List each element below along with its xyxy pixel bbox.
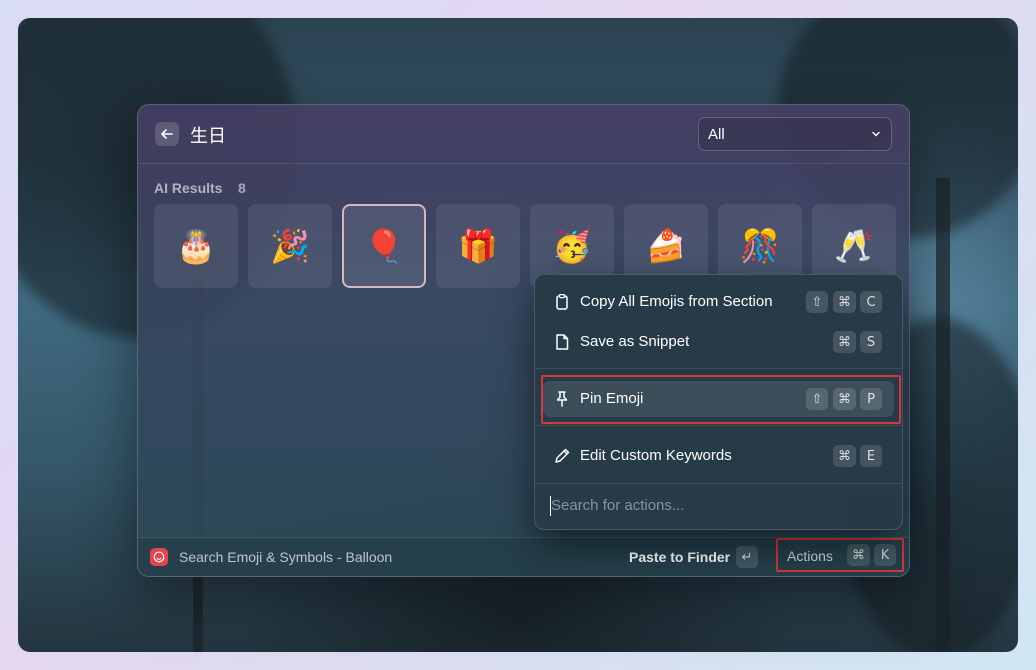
dropdown-value: All: [708, 126, 725, 143]
actions-key-k: K: [874, 544, 896, 566]
shortcut-key: E: [860, 445, 882, 467]
actions-key-cmd: ⌘: [847, 544, 870, 566]
search-bar: 生日 All: [138, 105, 909, 164]
document-icon: [556, 334, 569, 350]
section-count: 8: [238, 180, 246, 196]
category-dropdown[interactable]: All: [698, 117, 892, 151]
extension-icon: [150, 548, 168, 566]
actions-label: Actions: [787, 548, 833, 564]
shortcut-key: ⌘: [833, 331, 856, 353]
shortcut-key: ⌘: [833, 291, 856, 313]
emoji-tile[interactable]: 🎁: [436, 204, 520, 288]
smiley-icon: [153, 551, 165, 563]
menu-item-copy-all-emojis[interactable]: Copy All Emojis from Section ⇧ ⌘ C: [543, 284, 894, 320]
action-search-input[interactable]: Search for actions...: [551, 497, 684, 514]
clipboard-icon: [556, 293, 568, 310]
shortcut-key: ⌘: [833, 445, 856, 467]
shortcut-key: C: [860, 291, 882, 313]
section-title: AI Results: [154, 180, 223, 196]
emoji-tile[interactable]: 🎂: [154, 204, 238, 288]
menu-item-label: Edit Custom Keywords: [580, 447, 732, 464]
back-button[interactable]: [155, 122, 179, 146]
emoji-tile[interactable]: 🎉: [248, 204, 332, 288]
paste-action[interactable]: Paste to Finder: [629, 549, 730, 565]
emoji-tile[interactable]: 🎈: [342, 204, 426, 288]
menu-item-save-snippet[interactable]: Save as Snippet ⌘ S: [543, 324, 894, 360]
shortcut-key: S: [860, 331, 882, 353]
pencil-icon: [555, 448, 570, 463]
menu-divider: [535, 368, 902, 369]
enter-key: ↵: [736, 546, 758, 568]
menu-item-label: Copy All Emojis from Section: [580, 293, 773, 310]
menu-divider: [535, 483, 902, 484]
footer-title: Search Emoji & Symbols - Balloon: [179, 549, 393, 565]
pin-emoji-highlight: [541, 375, 901, 424]
chevron-down-icon: [872, 131, 880, 137]
shortcut-key: ⇧: [806, 291, 828, 313]
search-query[interactable]: 生日: [190, 122, 226, 148]
menu-divider: [535, 425, 902, 426]
arrow-left-icon: [161, 129, 173, 139]
actions-button[interactable]: Actions ⌘ K: [776, 538, 904, 572]
menu-item-edit-keywords[interactable]: Edit Custom Keywords ⌘ E: [543, 438, 894, 474]
menu-item-label: Save as Snippet: [580, 333, 690, 350]
footer-bar: Search Emoji & Symbols - Balloon Paste t…: [138, 537, 909, 576]
